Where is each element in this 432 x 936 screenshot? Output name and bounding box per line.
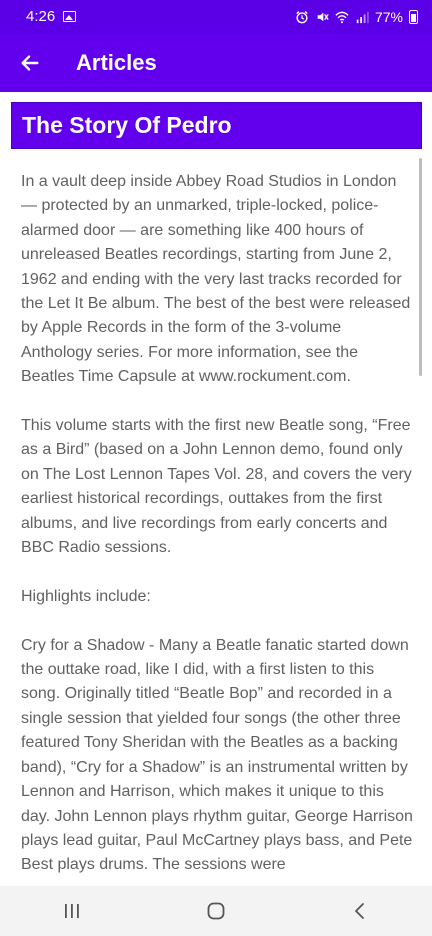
signal-icon [356,11,369,23]
alarm-icon [296,10,308,23]
home-button[interactable] [186,886,246,936]
wifi-icon [335,11,349,23]
status-time: 4:26 [26,8,56,25]
arrow-left-icon [21,54,39,71]
system-back-button[interactable] [330,886,390,936]
status-bar: 4:26 77% [0,0,432,33]
article-paragraph: This volume starts with the first new Be… [21,417,412,557]
page-title: Articles [76,49,157,75]
home-icon [207,902,225,920]
article-paragraph: Highlights include: [21,587,151,605]
article-paragraph: In a vault deep inside Abbey Road Studio… [21,173,411,386]
back-icon [355,903,364,919]
app-bar: Articles [0,33,432,92]
article-body: In a vault deep inside Abbey Road Studio… [21,170,413,878]
status-left: 4:26 [26,8,77,25]
battery-percent: 77% [374,8,403,25]
article-scroll-view[interactable]: The Story Of Pedro In a vault deep insid… [0,92,432,886]
recent-apps-icon [65,904,79,918]
recent-apps-button[interactable] [42,886,102,936]
back-button[interactable] [0,33,60,92]
article-title: The Story Of Pedro [11,102,422,149]
article-paragraph: Cry for a Shadow - Many a Beatle fanatic… [21,636,413,874]
status-right: 77% [295,9,418,25]
navigation-bar [0,886,432,936]
gallery-icon [63,11,77,22]
battery-icon [409,9,418,24]
scrollbar-thumb[interactable] [419,158,422,376]
mute-icon [317,12,329,21]
